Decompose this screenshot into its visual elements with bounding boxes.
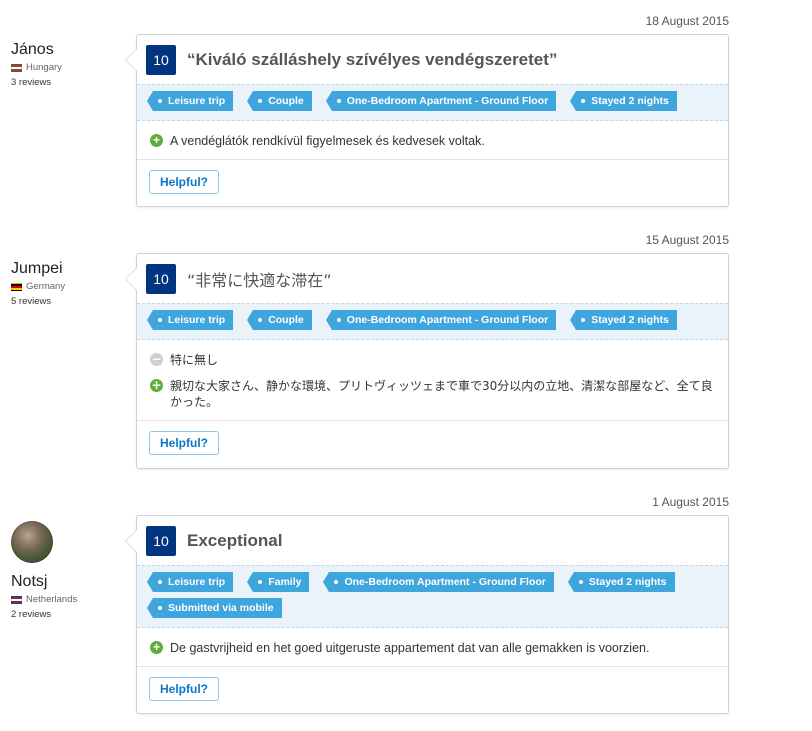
tag-stay-length: Stayed 2 nights — [567, 572, 675, 592]
plus-circle-icon: + — [150, 641, 163, 654]
tag-room-type: One-Bedroom Apartment - Ground Floor — [325, 91, 557, 111]
review-date: 15 August 2015 — [645, 233, 729, 247]
review-footer: Helpful? — [137, 420, 728, 465]
review-header: 10 Exceptional — [137, 516, 728, 565]
reviewer-country: Germany — [11, 281, 121, 292]
tag-couple: Couple — [247, 310, 312, 330]
review-title: “Kiváló szálláshely szívélyes vendégszer… — [187, 49, 558, 69]
tag-leisure-trip: Leisure trip — [146, 310, 234, 330]
tag-stay-length: Stayed 2 nights — [570, 310, 677, 330]
review-footer: Helpful? — [137, 666, 728, 711]
reviewer-info: János Hungary 3 reviews — [11, 41, 121, 88]
review-card: 10 “Kiváló szálláshely szívélyes vendégs… — [125, 34, 729, 207]
review-positive: + De gastvrijheid en het goed uitgeruste… — [150, 640, 716, 656]
tag-family: Family — [247, 572, 310, 592]
review-footer: Helpful? — [137, 159, 728, 204]
review-score: 10 — [146, 263, 176, 294]
review-positive-text: 親切な大家さん、静かな環境、プリトヴィッツェまで車で30分以内の立地、清潔な部屋… — [170, 379, 713, 409]
reviewer-review-count: 5 reviews — [11, 296, 52, 307]
review-score: 10 — [146, 525, 176, 556]
review-tags: Leisure trip Couple One-Bedroom Apartmen… — [137, 303, 728, 340]
minus-circle-icon: − — [150, 352, 163, 366]
tag-submitted-via-mobile: Submitted via mobile — [147, 598, 282, 618]
review-score: 10 — [146, 44, 176, 75]
review-tags: Leisure trip Family One-Bedroom Apartmen… — [137, 565, 728, 628]
review-body: + A vendéglátók rendkívül figyelmesek és… — [137, 121, 728, 149]
review-title: Exceptional — [187, 530, 283, 550]
plus-circle-icon: + — [150, 378, 163, 392]
review-positive: + 親切な大家さん、静かな環境、プリトヴィッツェまで車で30分以内の立地、清潔な… — [150, 378, 716, 410]
review-positive-text: De gastvrijheid en het goed uitgeruste a… — [170, 641, 650, 655]
review-header: 10 “非常に快適な滞在” — [137, 254, 728, 303]
helpful-button[interactable]: Helpful? — [149, 170, 219, 194]
germany-flag-icon — [11, 282, 22, 291]
reviewer-country: Netherlands — [11, 594, 121, 605]
reviewer-country-label: Hungary — [26, 62, 62, 73]
reviewer-info: Notsj Netherlands 2 reviews — [11, 521, 121, 620]
reviewer-country-label: Germany — [26, 281, 66, 292]
reviewer-name[interactable]: Notsj — [11, 573, 121, 591]
tag-leisure-trip: Leisure trip — [146, 91, 234, 111]
review-body: − 特に無し + 親切な大家さん、静かな環境、プリトヴィッツェまで車で30分以内… — [137, 340, 728, 410]
reviewer-review-count: 2 reviews — [11, 609, 52, 620]
reviewer-country-label: Netherlands — [26, 594, 78, 605]
plus-circle-icon: + — [150, 134, 163, 147]
helpful-button[interactable]: Helpful? — [149, 431, 219, 455]
avatar[interactable] — [11, 521, 53, 563]
tag-stay-length: Stayed 2 nights — [570, 91, 677, 111]
review-positive-text: A vendéglátók rendkívül figyelmesek és k… — [170, 134, 485, 148]
reviewer-review-count: 3 reviews — [11, 77, 52, 88]
review-tags: Leisure trip Couple One-Bedroom Apartmen… — [137, 84, 728, 121]
hungary-flag-icon — [11, 63, 22, 72]
review-positive: + A vendéglátók rendkívül figyelmesek és… — [150, 133, 716, 149]
tag-couple: Couple — [247, 91, 312, 111]
reviewer-info: Jumpei Germany 5 reviews — [11, 260, 121, 307]
review-date: 1 August 2015 — [652, 495, 729, 509]
review-negative-text: 特に無し — [170, 353, 219, 367]
tag-room-type: One-Bedroom Apartment - Ground Floor — [323, 572, 554, 592]
review-title: “非常に快適な滞在” — [187, 270, 332, 290]
tag-room-type: One-Bedroom Apartment - Ground Floor — [325, 310, 557, 330]
tag-leisure-trip: Leisure trip — [146, 572, 234, 592]
review-card: 10 Exceptional Leisure trip Family One-B… — [125, 515, 729, 714]
review-body: + De gastvrijheid en het goed uitgeruste… — [137, 628, 728, 656]
reviewer-name[interactable]: János — [11, 41, 121, 59]
review-header: 10 “Kiváló szálláshely szívélyes vendégs… — [137, 35, 728, 84]
review-date: 18 August 2015 — [645, 14, 729, 28]
review-negative: − 特に無し — [150, 352, 716, 368]
reviewer-name[interactable]: Jumpei — [11, 260, 121, 278]
helpful-button[interactable]: Helpful? — [149, 677, 219, 701]
netherlands-flag-icon — [11, 595, 22, 604]
reviewer-country: Hungary — [11, 62, 121, 73]
review-card: 10 “非常に快適な滞在” Leisure trip Couple One-Be… — [125, 253, 729, 469]
